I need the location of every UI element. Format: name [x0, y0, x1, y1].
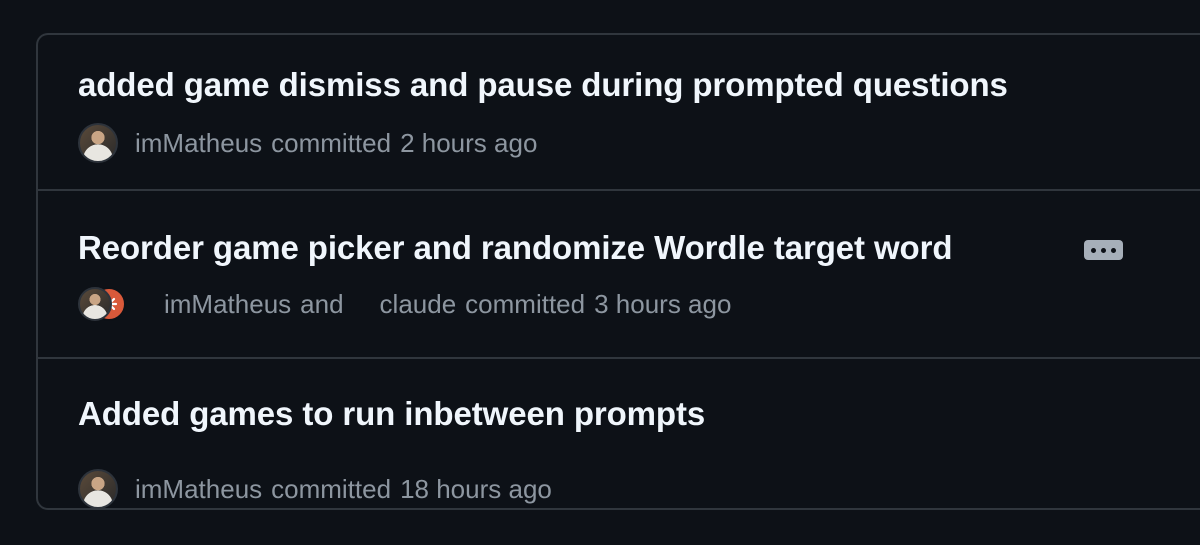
commit-title-link[interactable]: Reorder game picker and randomize Wordle… [78, 229, 953, 267]
author-link[interactable]: imMatheus [135, 474, 262, 505]
relative-time: 3 hours ago [594, 288, 732, 319]
ellipsis-icon [1111, 247, 1116, 253]
author-avatar[interactable] [78, 123, 118, 163]
and-label: and [300, 288, 344, 319]
commit-meta: imMatheus committed 18 hours ago [78, 469, 552, 508]
commit-list: added game dismiss and pause during prom… [36, 33, 1200, 510]
author-avatar[interactable] [78, 287, 112, 321]
author-link[interactable]: imMatheus [135, 128, 262, 159]
ellipsis-icon [1101, 247, 1106, 253]
ellipsis-icon [1091, 247, 1096, 253]
author-avatar[interactable] [78, 469, 118, 508]
committed-label: committed [465, 288, 586, 319]
expand-message-button[interactable] [1084, 240, 1123, 260]
commit-meta: imMatheus committed 2 hours ago [78, 123, 537, 163]
author-link[interactable]: imMatheus [164, 289, 291, 320]
commit-title-link[interactable]: Added games to run inbetween prompts [78, 395, 705, 433]
commit-title-link[interactable]: added game dismiss and pause during prom… [78, 66, 1008, 104]
relative-time: 2 hours ago [400, 127, 538, 158]
commit-row: added game dismiss and pause during prom… [38, 35, 1200, 189]
commit-row: Added games to run inbetween prompts imM… [38, 357, 1200, 508]
commit-row: Reorder game picker and randomize Wordle… [38, 189, 1200, 357]
committed-label: committed [271, 127, 392, 158]
committed-label: committed [271, 473, 392, 504]
coauthor-link[interactable]: claude [380, 289, 457, 320]
relative-time: 18 hours ago [400, 473, 552, 504]
commit-meta: imMatheus and claude committed 3 hours a… [78, 284, 731, 324]
avatar-stack [78, 284, 128, 324]
